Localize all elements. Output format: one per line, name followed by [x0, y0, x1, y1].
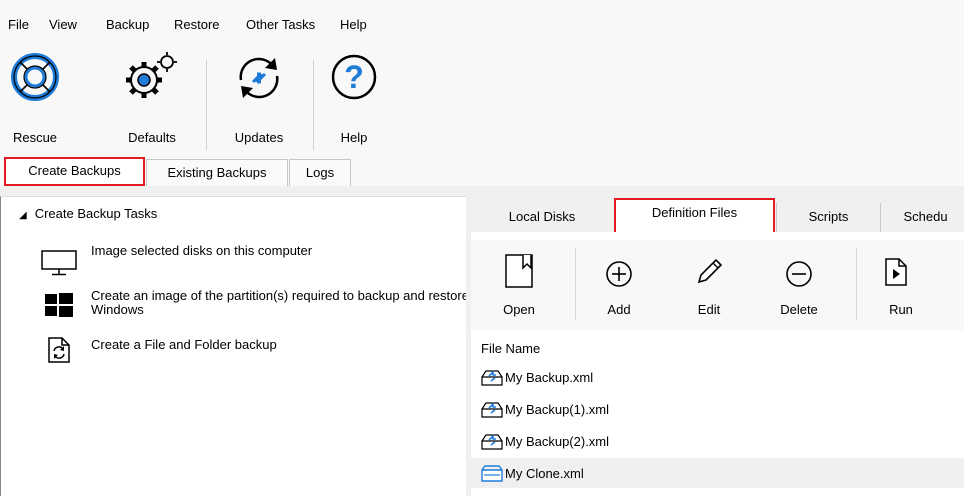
ribbon-separator — [206, 60, 207, 150]
toolbar-separator — [856, 248, 857, 320]
rescue-label: Rescue — [12, 130, 58, 145]
edit-button[interactable]: Edit — [681, 240, 737, 330]
run-label: Run — [889, 302, 913, 317]
monitor-icon — [41, 250, 77, 276]
defaults-label: Defaults — [128, 130, 176, 145]
add-button[interactable]: Add — [591, 240, 647, 330]
menu-other-tasks[interactable]: Other Tasks — [246, 17, 315, 32]
file-name: My Backup.xml — [505, 370, 594, 385]
tab-existing-backups[interactable]: Existing Backups — [146, 159, 288, 186]
file-row[interactable]: My Backup(1).xml — [471, 394, 964, 424]
file-name: My Backup(1).xml — [505, 402, 610, 417]
right-tab-strip: Local Disks Definition Files Scripts Sch… — [471, 196, 964, 232]
file-name: My Backup(2).xml — [505, 434, 610, 449]
menu-file[interactable]: File — [8, 17, 29, 32]
expand-triangle-icon[interactable]: ◢ — [19, 210, 27, 221]
open-file-icon — [505, 254, 533, 288]
ribbon-separator — [313, 60, 314, 150]
main-tab-strip: Create Backups Existing Backups Logs — [0, 152, 964, 186]
backup-file-icon — [481, 434, 503, 450]
run-file-icon — [885, 258, 907, 286]
help-button[interactable]: ? Help — [322, 48, 386, 148]
updates-label: Updates — [234, 130, 284, 145]
create-backup-tasks-pane: ◢ Create Backup Tasks Image selected disk… — [0, 196, 469, 496]
task-file-folder-backup[interactable]: Create a File and Folder backup — [41, 336, 461, 366]
menu-view[interactable]: View — [49, 17, 77, 32]
file-row[interactable]: My Clone.xml — [471, 458, 964, 488]
updates-button[interactable]: Updates — [220, 48, 298, 148]
menu-help[interactable]: Help — [340, 17, 367, 32]
help-label: Help — [340, 130, 368, 145]
refresh-icon — [239, 57, 279, 99]
windows-logo-icon — [45, 293, 73, 317]
tab-local-disks[interactable]: Local Disks — [471, 203, 613, 232]
run-button[interactable]: Run — [873, 240, 929, 330]
file-name: My Clone.xml — [505, 466, 584, 481]
backup-file-icon — [481, 402, 503, 418]
gears-icon — [126, 52, 177, 98]
menu-restore[interactable]: Restore — [174, 17, 220, 32]
task-label: Image selected disks on this computer — [91, 243, 313, 258]
delete-label: Delete — [780, 302, 818, 317]
minus-circle-icon — [786, 261, 812, 287]
question-mark-icon: ? — [331, 54, 377, 100]
svg-text:?: ? — [344, 59, 364, 95]
menu-backup[interactable]: Backup — [106, 17, 149, 32]
delete-button[interactable]: Delete — [769, 240, 829, 330]
open-button[interactable]: Open — [491, 240, 547, 330]
plus-circle-icon — [606, 261, 632, 287]
task-label: Create a File and Folder backup — [91, 337, 277, 352]
tab-definition-files[interactable]: Definition Files — [614, 198, 775, 232]
file-row[interactable]: My Backup(2).xml — [471, 426, 964, 456]
defaults-button[interactable]: Defaults — [116, 48, 188, 148]
pencil-icon — [697, 258, 723, 284]
tab-logs[interactable]: Logs — [289, 159, 351, 186]
ribbon-toolbar: Rescue Defaults Updates ? Help — [0, 38, 964, 152]
edit-label: Edit — [697, 302, 721, 317]
definition-files-toolbar: Open Add Edit Delete Run — [471, 240, 964, 330]
task-image-windows-partitions[interactable]: Create an image of the partition(s) requ… — [41, 289, 469, 323]
tab-scripts[interactable]: Scripts — [776, 203, 880, 232]
file-name-column-header[interactable]: File Name — [481, 341, 540, 356]
tab-schedules[interactable]: Schedu — [880, 203, 964, 232]
tab-create-backups[interactable]: Create Backups — [4, 157, 145, 186]
toolbar-separator — [575, 248, 576, 320]
right-pane: Local Disks Definition Files Scripts Sch… — [471, 196, 964, 496]
add-label: Add — [607, 302, 631, 317]
file-sync-icon — [48, 337, 70, 363]
tree-section-header[interactable]: ◢ Create Backup Tasks — [19, 206, 157, 221]
rescue-button[interactable]: Rescue — [2, 48, 68, 148]
file-row[interactable]: My Backup.xml — [471, 362, 964, 392]
section-title: Create Backup Tasks — [34, 206, 158, 221]
backup-file-icon — [481, 370, 503, 386]
lifebuoy-icon — [11, 53, 59, 101]
task-image-selected-disks[interactable]: Image selected disks on this computer — [41, 242, 461, 276]
clone-file-icon — [481, 465, 503, 482]
open-label: Open — [503, 302, 535, 317]
task-label: Create an image of the partition(s) requ… — [91, 288, 469, 317]
menu-bar: File View Backup Restore Other Tasks Hel… — [0, 0, 964, 38]
